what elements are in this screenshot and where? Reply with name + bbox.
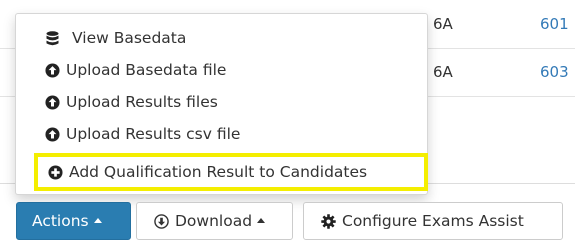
circle-arrow-up-icon [44,62,60,78]
download-button-label: Download [175,212,253,230]
caret-up-icon [257,217,266,223]
menu-item-label: View Basedata [72,29,187,47]
database-icon [44,30,60,46]
circle-plus-icon [47,164,63,180]
table-cell-number-link[interactable]: 601 [540,14,569,34]
menu-item-add-qualification-result[interactable]: Add Qualification Result to Candidates [34,153,428,191]
configure-exams-assist-button[interactable]: Configure Exams Assist [303,202,563,240]
menu-item-upload-results-files[interactable]: Upload Results files [16,86,427,118]
actions-dropdown-menu: View Basedata Upload Basedata file Uploa… [15,13,428,195]
menu-item-upload-results-csv-file[interactable]: Upload Results csv file [16,118,427,150]
table-cell-number-link[interactable]: 603 [540,62,569,82]
menu-item-label: Upload Results csv file [66,125,241,143]
menu-item-upload-basedata-file[interactable]: Upload Basedata file [16,54,427,86]
actions-dropdown-button[interactable]: Actions [16,202,131,240]
menu-item-label: Upload Results files [66,93,218,111]
download-dropdown-button[interactable]: Download [136,202,293,240]
menu-item-view-basedata[interactable]: View Basedata [16,22,427,54]
configure-button-label: Configure Exams Assist [342,212,524,230]
menu-item-label: Add Qualification Result to Candidates [69,163,368,181]
caret-up-icon [93,217,102,223]
circle-arrow-up-icon [44,94,60,110]
circle-arrow-down-icon [154,213,169,229]
circle-arrow-up-icon [44,126,60,142]
actions-button-label: Actions [32,212,89,230]
table-cell-code: 6A [433,63,453,81]
table-cell-code: 6A [433,15,453,33]
gear-icon [321,213,336,229]
menu-item-label: Upload Basedata file [66,61,227,79]
